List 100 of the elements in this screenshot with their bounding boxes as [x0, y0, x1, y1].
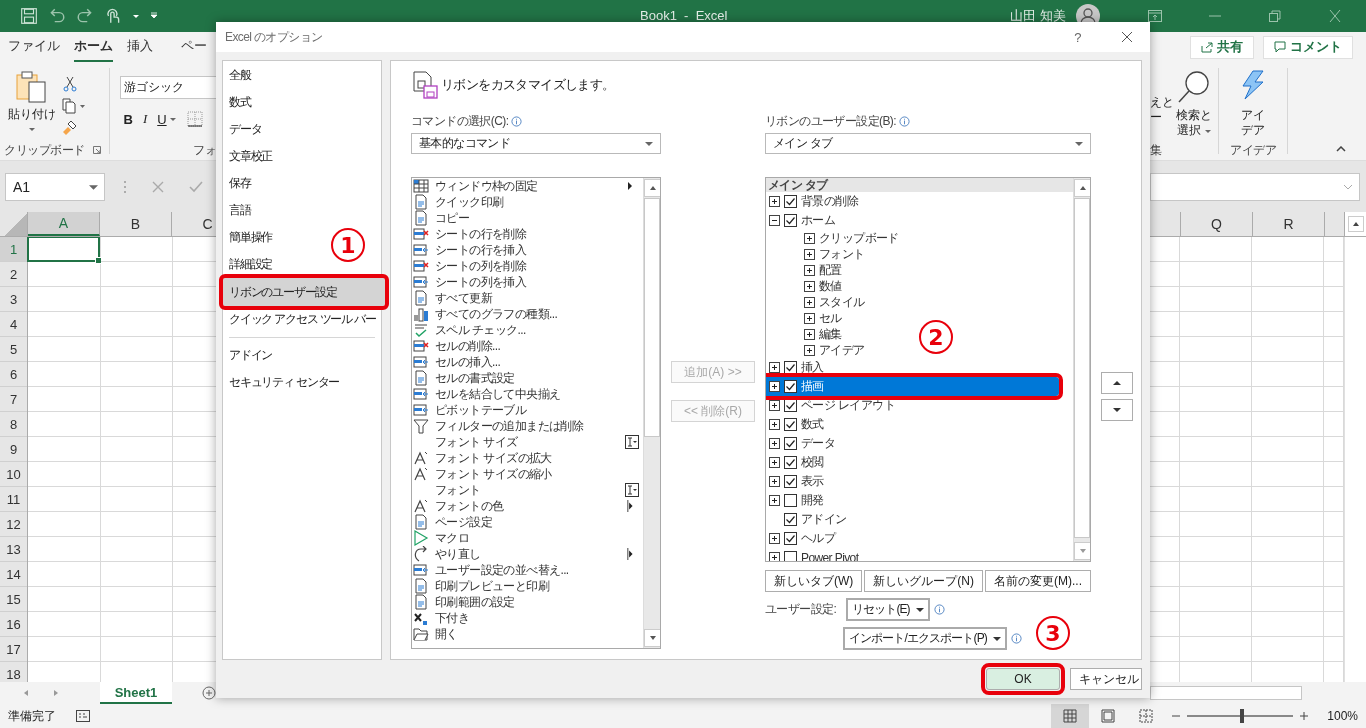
expand-icon[interactable] — [769, 552, 780, 561]
checkbox[interactable] — [784, 551, 797, 561]
rename-button[interactable]: 名前の変更(M)... — [985, 570, 1091, 592]
checkbox[interactable] — [784, 532, 797, 545]
command-item[interactable]: フォント — [412, 482, 643, 498]
reset-dropdown[interactable]: リセット(E) — [846, 598, 930, 621]
row-header[interactable]: 9 — [0, 437, 27, 462]
tree-item[interactable]: Power Pivot — [766, 548, 1073, 561]
scrollbar-thumb[interactable] — [1074, 198, 1090, 538]
command-item[interactable]: セルの挿入... — [412, 354, 643, 370]
command-item[interactable]: マクロ — [412, 530, 643, 546]
help-button[interactable]: ? — [1074, 29, 1081, 45]
command-item[interactable]: フォントの色 — [412, 498, 643, 514]
close-icon[interactable] — [1121, 31, 1133, 43]
scroll-up-icon[interactable] — [1074, 179, 1090, 197]
tree-item[interactable]: セル — [766, 310, 844, 326]
command-item[interactable]: ユーザー設定の並べ替え... — [412, 562, 643, 578]
expand-icon[interactable] — [769, 495, 780, 506]
category-item[interactable]: 文章校正 — [223, 143, 274, 170]
category-item[interactable]: 詳細設定 — [223, 251, 274, 278]
tree-item[interactable]: クリップボード — [766, 230, 901, 246]
import-export-dropdown[interactable]: インポート/エクスポート(P) — [843, 627, 1007, 650]
row-header[interactable]: 11 — [0, 487, 27, 512]
row-header[interactable]: 8 — [0, 412, 27, 437]
ribbon-display-icon[interactable] — [1148, 10, 1162, 22]
command-item[interactable]: シートの行を削除 — [412, 226, 643, 242]
ribbon-dropdown[interactable]: メイン タブ — [765, 133, 1091, 154]
command-item[interactable]: クイック印刷 — [412, 194, 643, 210]
tree-item[interactable]: アドイン — [766, 510, 1073, 529]
undo-icon[interactable] — [48, 7, 66, 25]
checkbox[interactable] — [784, 380, 797, 393]
move-up-button[interactable] — [1101, 372, 1133, 394]
command-item[interactable]: 印刷範囲の設定 — [412, 594, 643, 610]
copy-icon[interactable] — [62, 98, 86, 114]
row-header[interactable]: 14 — [0, 562, 27, 587]
tree-item[interactable]: 表示 — [766, 472, 1073, 491]
checkbox[interactable] — [784, 361, 797, 374]
checkbox[interactable] — [784, 513, 797, 526]
check-icon[interactable] — [189, 180, 203, 194]
row-header[interactable]: 10 — [0, 462, 27, 487]
command-item[interactable]: すべてのグラフの種類... — [412, 306, 643, 322]
column-header[interactable]: R — [1253, 212, 1325, 236]
font-name-field[interactable]: 游ゴシック — [119, 76, 216, 99]
command-item[interactable]: 印刷プレビューと印刷 — [412, 578, 643, 594]
new-tab-button[interactable]: 新しいタブ(W) — [765, 570, 863, 592]
scrollbar[interactable] — [1073, 178, 1090, 561]
checkbox[interactable] — [784, 195, 797, 208]
category-item[interactable]: セキュリティ センター — [223, 369, 341, 396]
expand-icon[interactable] — [769, 438, 780, 449]
command-item[interactable]: ピボットテーブル — [412, 402, 643, 418]
row-header[interactable]: 7 — [0, 387, 27, 412]
share-button[interactable]: 共有 — [1190, 35, 1254, 59]
tree-item[interactable]: 校閲 — [766, 453, 1073, 472]
category-item[interactable]: 数式 — [223, 89, 252, 116]
tree-item[interactable]: スタイル — [766, 294, 867, 310]
collapse-ribbon-icon[interactable] — [1336, 146, 1346, 152]
tree-item[interactable]: データ — [766, 434, 1073, 453]
dialog-launcher-icon[interactable] — [92, 146, 101, 154]
command-item[interactable]: セルの削除... — [412, 338, 643, 354]
expand-icon[interactable] — [804, 232, 815, 244]
expand-icon[interactable] — [804, 344, 815, 356]
expand-icon[interactable] — [804, 328, 815, 340]
category-item[interactable]: 全般 — [223, 62, 252, 89]
find-select-button[interactable]: 検索と 選択 — [1176, 70, 1212, 140]
zoom-level[interactable]: 100% — [1327, 709, 1358, 723]
next-sheet-icon[interactable] — [52, 689, 60, 697]
zoom-thumb[interactable] — [1240, 709, 1245, 723]
category-item[interactable]: データ — [223, 116, 263, 143]
tree-item[interactable]: 数値 — [766, 278, 844, 294]
formula-field[interactable] — [1150, 173, 1360, 201]
add-sheet-icon[interactable] — [202, 686, 216, 700]
expand-icon[interactable] — [769, 196, 780, 207]
scroll-up-icon[interactable] — [644, 179, 660, 197]
tree-item[interactable]: ホーム — [766, 211, 1073, 230]
sheet-tab[interactable]: Sheet1 — [100, 682, 172, 704]
expand-icon[interactable] — [804, 248, 815, 260]
scroll-down-icon[interactable] — [644, 629, 660, 647]
scissors-icon[interactable] — [62, 76, 78, 92]
caret-icon[interactable] — [132, 12, 140, 20]
category-item[interactable]: 保存 — [223, 170, 252, 197]
tree-item[interactable]: 編集 — [766, 326, 844, 342]
command-item[interactable]: フォント サイズの縮小 — [412, 466, 643, 482]
command-item[interactable]: フォント サイズの拡大 — [412, 450, 643, 466]
row-header[interactable]: 12 — [0, 512, 27, 537]
expand-icon[interactable] — [769, 400, 780, 411]
tree-item[interactable]: 開発 — [766, 491, 1073, 510]
ribbon-tab[interactable]: 挿入 — [127, 32, 167, 62]
normal-view-icon[interactable] — [1051, 704, 1090, 728]
name-box[interactable]: A1 — [5, 173, 105, 201]
expand-icon[interactable] — [804, 280, 815, 292]
row-header[interactable]: 4 — [0, 312, 27, 337]
collapse-icon[interactable] — [769, 215, 780, 226]
checkbox[interactable] — [784, 475, 797, 488]
selected-cell[interactable] — [27, 237, 100, 262]
underline-button[interactable]: U — [157, 111, 167, 127]
comment-button[interactable]: コメント — [1263, 35, 1353, 59]
previous-sheet-icon[interactable] — [22, 689, 30, 697]
format-painter-icon[interactable] — [62, 120, 78, 136]
command-item[interactable]: ウィンドウ枠の固定 — [412, 178, 643, 194]
expand-icon[interactable] — [769, 533, 780, 544]
